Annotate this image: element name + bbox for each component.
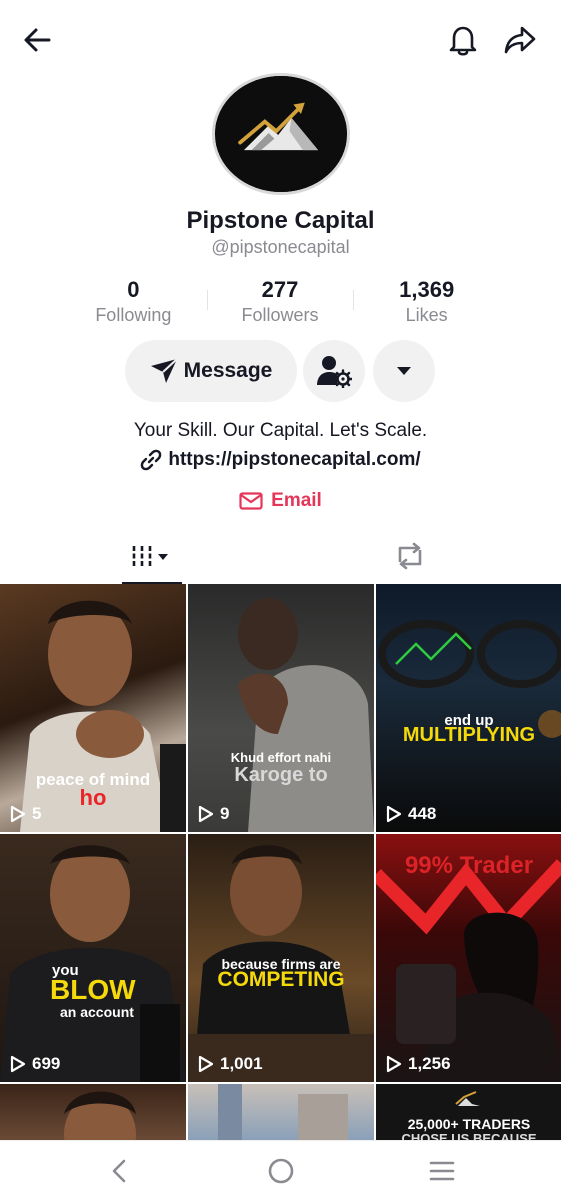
view-count-value: 5: [32, 804, 42, 823]
play-icon: [10, 1055, 26, 1073]
thumbnail-image: [0, 845, 186, 1082]
video-thumbnail[interactable]: you BLOW an account 699: [0, 834, 186, 1082]
menu-lines-icon: [429, 1161, 455, 1181]
video-thumbnail[interactable]: because firms are COMPETING 1,001: [188, 834, 374, 1082]
view-count: 1,256: [386, 1054, 451, 1074]
link-icon: [141, 449, 162, 471]
video-thumbnail[interactable]: Khud effort nahi Karoge to 9: [188, 584, 374, 832]
profile-handle: @pipstonecapital: [211, 237, 350, 257]
view-count-value: 9: [220, 804, 230, 823]
video-thumbnail[interactable]: [188, 1084, 374, 1140]
send-icon: [150, 358, 178, 383]
home-circle-icon: [268, 1158, 294, 1184]
profile-bio: Your Skill. Our Capital. Let's Scale.: [133, 420, 428, 441]
nav-back-button[interactable]: [99, 1151, 139, 1191]
system-nav-bar: [0, 1140, 561, 1200]
repost-icon: [398, 542, 422, 570]
view-count: 5: [10, 804, 41, 824]
view-count: 448: [386, 804, 436, 824]
play-icon: [198, 1055, 214, 1073]
content-tabs: [0, 528, 561, 584]
video-thumbnail[interactable]: peace of mind ho 5: [0, 584, 186, 832]
video-caption-sub: CHOSE US BECAUSE: [401, 1131, 537, 1140]
profile-stats: 0 Following 277 Followers 1,369 Likes: [60, 276, 500, 328]
email-button[interactable]: Email: [0, 490, 561, 512]
view-count: 699: [10, 1054, 60, 1074]
video-thumbnail[interactable]: 25,000+ TRADERS CHOSE US BECAUSE: [376, 1084, 561, 1140]
back-arrow-icon: [24, 28, 51, 52]
video-caption: 25,000+ TRADERS: [407, 1116, 531, 1132]
stat-value: 277: [261, 277, 299, 302]
caret-down-icon: [397, 367, 411, 375]
video-caption: Khud effort nahi: [230, 750, 332, 765]
view-count: 1,001: [198, 1054, 263, 1074]
video-caption-highlight: MULTIPLYING: [402, 724, 536, 746]
view-count-value: 1,256: [408, 1054, 451, 1073]
stat-value: 1,369: [399, 277, 455, 302]
stat-likes[interactable]: 1,369 Likes: [353, 276, 500, 328]
bell-icon: [449, 26, 477, 56]
user-gear-icon: [317, 356, 352, 388]
video-thumbnail[interactable]: end up MULTIPLYING 448: [376, 584, 561, 832]
more-options-button[interactable]: [373, 340, 435, 402]
video-caption-highlight: BLOW: [50, 974, 136, 1005]
mail-icon: [239, 492, 263, 510]
videos-grid-icon: [132, 546, 168, 566]
view-count-value: 699: [32, 1054, 61, 1073]
thumbnail-image: [378, 620, 561, 738]
video-thumbnail[interactable]: 99% Trader 1,256: [376, 834, 561, 1082]
stat-label: Likes: [405, 305, 448, 325]
video-caption-highlight: COMPETING: [217, 968, 345, 991]
video-caption-highlight: Karoge to: [234, 764, 328, 786]
view-count-value: 1,001: [220, 1054, 263, 1073]
play-icon: [10, 805, 26, 823]
back-button[interactable]: [17, 20, 57, 60]
nav-recents-button[interactable]: [422, 1151, 462, 1191]
tab-reposts[interactable]: [380, 528, 440, 584]
message-button[interactable]: Message: [125, 340, 297, 402]
video-caption-highlight: 99% Trader: [404, 852, 534, 879]
profile-link-text: https://pipstonecapital.com/: [168, 449, 421, 470]
share-button[interactable]: [500, 20, 540, 60]
stat-followers[interactable]: 277 Followers: [206, 276, 354, 328]
top-bar: [0, 0, 561, 80]
video-thumbnail[interactable]: [0, 1084, 186, 1140]
play-icon: [198, 805, 214, 823]
profile-name: Pipstone Capital: [186, 207, 375, 234]
stat-following[interactable]: 0 Following: [60, 276, 207, 328]
video-caption-sub: an account: [60, 1004, 134, 1020]
play-icon: [386, 1055, 402, 1073]
nav-home-button[interactable]: [261, 1151, 301, 1191]
notification-button[interactable]: [443, 20, 483, 60]
view-count-value: 448: [408, 804, 437, 823]
stat-label: Following: [95, 305, 172, 325]
user-settings-button[interactable]: [303, 340, 365, 402]
email-label: Email: [271, 490, 322, 511]
profile-avatar[interactable]: [212, 73, 350, 195]
message-label: Message: [183, 359, 273, 382]
play-icon: [386, 805, 402, 823]
tab-videos[interactable]: [122, 528, 182, 584]
chevron-left-icon: [112, 1159, 126, 1183]
view-count: 9: [198, 804, 229, 824]
profile-link[interactable]: https://pipstonecapital.com/: [0, 449, 561, 471]
thumbnail-image: [64, 1091, 136, 1140]
pipstone-logo-icon: [215, 76, 347, 192]
share-arrow-icon: [504, 26, 536, 54]
thumbnail-image: [218, 1084, 348, 1140]
stat-value: 0: [127, 277, 140, 302]
stat-label: Followers: [241, 305, 319, 325]
thumbnail-image: [238, 598, 374, 832]
